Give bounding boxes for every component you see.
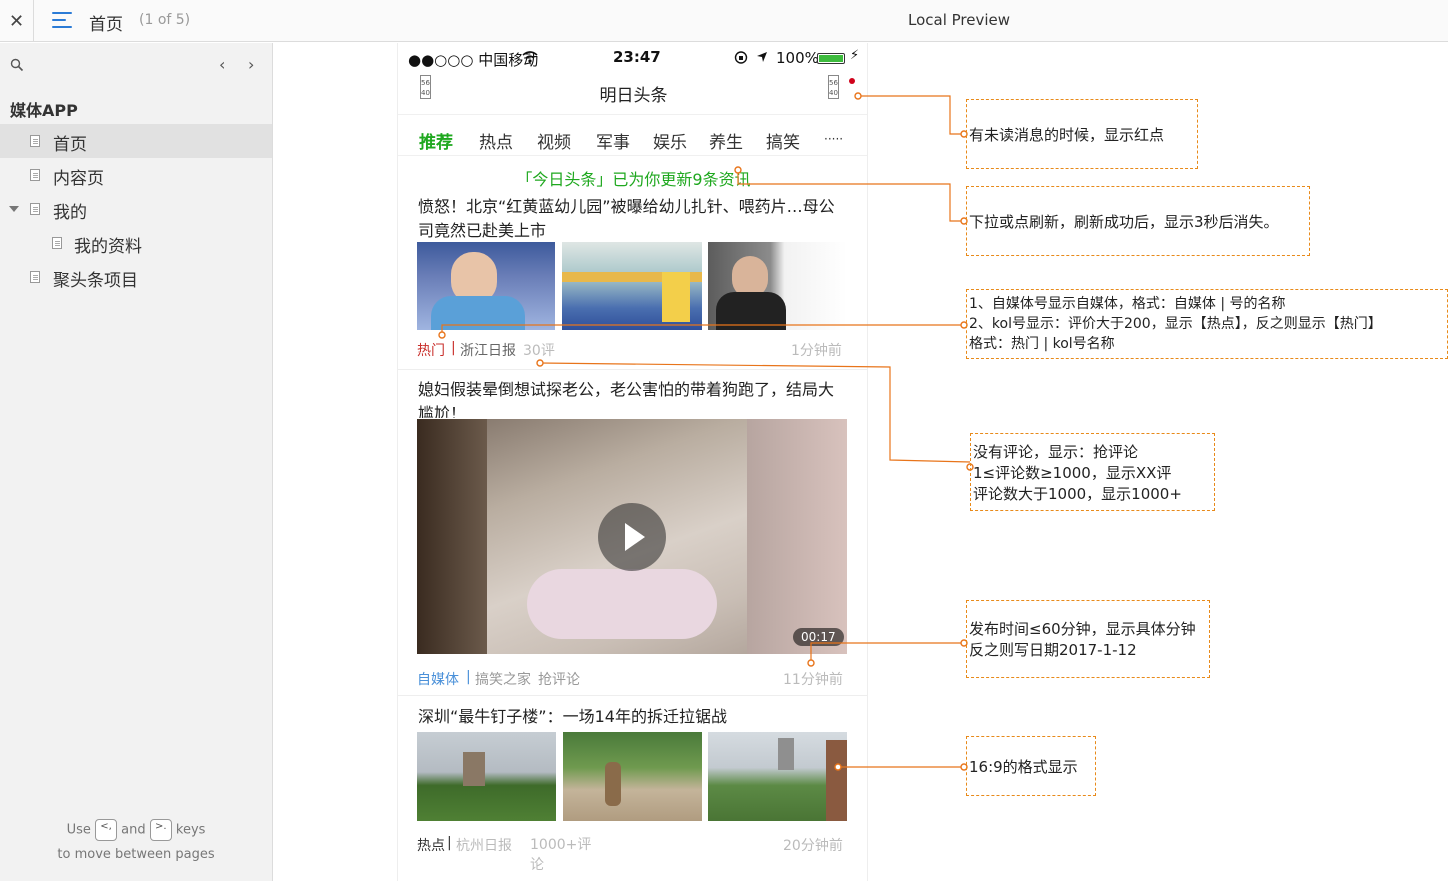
- play-icon[interactable]: [598, 503, 666, 571]
- sidebar-item-project[interactable]: 聚头条项目: [0, 260, 272, 294]
- sidebar-item-mine[interactable]: 我的: [0, 192, 272, 226]
- media-tag: 自媒体: [417, 672, 459, 688]
- divider: [398, 695, 867, 696]
- status-time: 23:47: [613, 48, 661, 66]
- page-icon: [30, 203, 40, 215]
- page-title: 首页: [89, 15, 123, 35]
- source-name[interactable]: 杭州日报: [456, 835, 512, 855]
- wifi-icon: [522, 51, 538, 63]
- battery-icon: [817, 53, 845, 64]
- sidebar: ‹ › 媒体APP 首页 内容页 我的 我的资料 聚头条项目 Use <, an…: [0, 43, 273, 881]
- publish-time: 11分钟前: [783, 672, 843, 688]
- nav-bar: 56 40 明日头条 56 40: [398, 71, 867, 115]
- hot-tag: 热门: [417, 343, 445, 359]
- location-icon: [757, 52, 767, 62]
- article-thumbnail[interactable]: [417, 242, 555, 330]
- meta-divider: |: [451, 340, 456, 356]
- app-title: 明日头条: [599, 86, 668, 106]
- tab-recommend[interactable]: 推荐: [419, 128, 453, 153]
- right-key-icon: >.: [149, 819, 172, 841]
- channel-tabs: 推荐 热点 视频 军事 娱乐 养生 搞笑 ·····: [398, 126, 867, 156]
- divider: [398, 369, 867, 370]
- article-thumbnail[interactable]: [562, 242, 702, 330]
- meta-divider: |: [447, 835, 452, 851]
- carrier-label: ●●○○○ 中国移动: [408, 51, 539, 69]
- article-title[interactable]: 深圳“最牛钉子楼”：一场14年的拆迁拉锯战: [418, 705, 848, 729]
- source-name[interactable]: 浙江日报: [460, 340, 516, 360]
- annotation-time-rules: 发布时间≤60分钟，显示具体分钟 反之则写日期2017-1-12: [966, 600, 1210, 678]
- sidebar-item-label: 我的资料: [74, 237, 142, 257]
- battery-percent: 100%: [776, 49, 819, 67]
- prev-page-icon[interactable]: ‹: [219, 55, 225, 74]
- article-thumbnail[interactable]: [708, 242, 847, 330]
- page-icon: [30, 271, 40, 283]
- annotation-comment-rules: 没有评论，显示：抢评论 1≤评论数≥1000，显示XX评 评论数大于1000，显…: [970, 433, 1215, 511]
- article-thumbnail[interactable]: [708, 732, 847, 821]
- page-icon: [30, 169, 40, 181]
- sidebar-root-label: 媒体APP: [10, 101, 78, 120]
- source-name[interactable]: 搞笑之家: [475, 669, 531, 689]
- hot-tag: 热点: [417, 838, 445, 854]
- article-title[interactable]: 媳妇假装晕倒想试探老公，老公害怕的带着狗跑了，结局大尴尬！: [418, 378, 848, 418]
- close-icon[interactable]: ✕: [0, 0, 34, 42]
- menu-icon[interactable]: [52, 12, 72, 30]
- annotation-refresh: 下拉或点刷新，刷新成功后，显示3秒后消失。: [966, 186, 1310, 256]
- top-bar: ✕ 首页 (1 of 5) Local Preview: [0, 0, 1448, 42]
- tab-entertainment[interactable]: 娱乐: [653, 128, 687, 153]
- tab-military[interactable]: 军事: [596, 128, 630, 153]
- page-icon: [52, 237, 62, 249]
- article-title[interactable]: 愤怒！北京“红黄蓝幼儿园”被曝给幼儿扎针、喂药片…母公司竟然已赴美上市: [418, 195, 848, 243]
- message-icon[interactable]: 56 40: [828, 75, 839, 99]
- tab-funny[interactable]: 搞笑: [766, 128, 800, 153]
- search-icon[interactable]: [10, 58, 24, 72]
- video-duration: 00:17: [793, 628, 844, 646]
- caret-down-icon[interactable]: [9, 206, 19, 212]
- article-thumbnail[interactable]: [563, 732, 702, 821]
- tab-health[interactable]: 养生: [709, 128, 743, 153]
- unread-dot: [849, 78, 855, 84]
- annotation-unread-dot: 有未读消息的时候，显示红点: [966, 99, 1198, 169]
- preview-label: Local Preview: [908, 11, 1011, 29]
- sidebar-item-label: 内容页: [53, 169, 104, 189]
- status-bar: ●●○○○ 中国移动 23:47 100% ⚡: [398, 43, 867, 71]
- publish-time: 20分钟前: [783, 838, 843, 854]
- comment-count[interactable]: 抢评论: [538, 669, 580, 689]
- comment-count[interactable]: 30评: [523, 340, 555, 360]
- page-count: (1 of 5): [139, 12, 191, 28]
- comment-count[interactable]: 1000+评论: [530, 835, 596, 875]
- annotation-source-format: 1、自媒体号显示自媒体，格式：自媒体 | 号的名称 2、kol号显示：评价大于2…: [966, 289, 1448, 359]
- article-thumbnail[interactable]: [417, 732, 556, 821]
- tab-hot[interactable]: 热点: [479, 128, 513, 153]
- charging-icon: ⚡: [850, 48, 860, 63]
- refresh-notice: 「今日头条」已为你更新9条资讯: [516, 170, 751, 189]
- tab-video[interactable]: 视频: [537, 128, 571, 153]
- next-page-icon[interactable]: ›: [248, 55, 254, 74]
- page-icon: [30, 135, 40, 147]
- sidebar-item-home[interactable]: 首页: [0, 124, 272, 158]
- meta-divider: |: [466, 669, 471, 685]
- rotation-lock-icon: [734, 51, 748, 64]
- sidebar-item-label: 我的: [53, 203, 87, 223]
- annotation-aspect-ratio: 16:9的格式显示: [966, 736, 1096, 796]
- sidebar-item-my-profile[interactable]: 我的资料: [0, 226, 272, 260]
- sidebar-item-label: 聚头条项目: [53, 271, 138, 291]
- phone-mockup: ●●○○○ 中国移动 23:47 100% ⚡ 56 40 明日头条 56 40 推…: [397, 43, 868, 881]
- left-key-icon: <,: [95, 819, 117, 841]
- sidebar-item-label: 首页: [53, 135, 87, 155]
- sidebar-item-content[interactable]: 内容页: [0, 158, 272, 192]
- tab-more[interactable]: ·····: [824, 132, 843, 146]
- publish-time: 1分钟前: [791, 343, 842, 359]
- keyboard-help: Use <, and >. keys to move between pages: [57, 819, 215, 862]
